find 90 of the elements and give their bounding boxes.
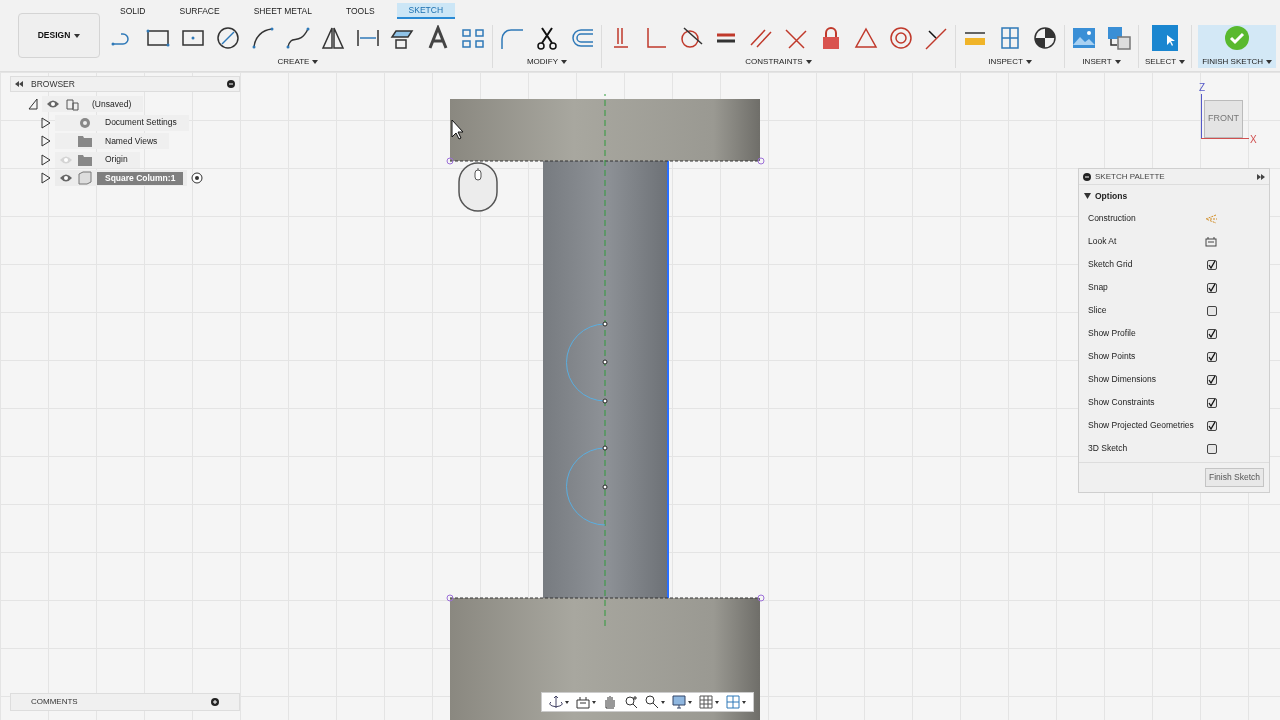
caret-icon xyxy=(1266,60,1273,64)
option-label: Show Projected Geometries xyxy=(1088,419,1195,432)
group-menu-button[interactable]: CREATE xyxy=(277,56,319,68)
image-icon[interactable] xyxy=(1071,25,1097,51)
select-icon[interactable] xyxy=(1152,25,1179,51)
group-menu-button[interactable]: MODIFY xyxy=(526,56,568,68)
pan-hand-icon[interactable] xyxy=(602,694,618,710)
expand-toggle-icon[interactable] xyxy=(41,153,51,166)
midpoint-icon[interactable] xyxy=(923,25,949,51)
ribbon-tab[interactable]: TOOLS xyxy=(333,3,387,19)
expand-toggle-icon[interactable] xyxy=(41,116,51,129)
panel-title: SKETCH PALETTE xyxy=(1095,170,1166,183)
caret-icon xyxy=(805,60,812,64)
panel-title: BROWSER xyxy=(31,77,76,91)
caret-icon xyxy=(1114,60,1121,64)
option-label: 3D Sketch xyxy=(1088,442,1129,455)
option-label: Look At xyxy=(1088,235,1118,248)
option-label: Construction xyxy=(1088,212,1137,225)
add-icon[interactable] xyxy=(211,698,219,706)
box-icon xyxy=(77,170,93,187)
minimize-icon[interactable] xyxy=(227,80,235,88)
workspace-button[interactable]: DESIGN xyxy=(18,13,100,58)
expand-toggle-icon[interactable] xyxy=(41,135,51,148)
section-toggle-icon[interactable] xyxy=(1084,193,1091,199)
caret-icon xyxy=(1025,60,1032,64)
folder-icon xyxy=(77,133,93,150)
section-title[interactable]: Options xyxy=(1095,189,1128,203)
zoom-icon[interactable] xyxy=(644,694,666,710)
minimize-icon[interactable] xyxy=(1083,172,1091,181)
active-target-icon[interactable] xyxy=(191,172,204,185)
checkbox[interactable] xyxy=(1207,259,1217,270)
view-cube[interactable]: Z X FRONT xyxy=(1195,80,1261,146)
circle-icon[interactable] xyxy=(215,25,241,51)
checkbox[interactable] xyxy=(1207,443,1217,454)
insert-image-icon[interactable] xyxy=(1106,25,1132,51)
cube-face[interactable]: FRONT xyxy=(1204,100,1243,138)
axis-label: Z xyxy=(1199,81,1206,95)
concentric-icon[interactable] xyxy=(888,25,914,51)
tree-item[interactable]: Square Column:1 xyxy=(97,171,184,185)
option-label: Show Dimensions xyxy=(1088,373,1158,386)
spline-icon[interactable] xyxy=(285,25,311,51)
group-menu-button[interactable]: FINISH SKETCH xyxy=(1202,56,1273,68)
eye-icon[interactable] xyxy=(46,99,60,110)
option-label: Show Points xyxy=(1088,350,1137,363)
caret-icon xyxy=(561,60,568,64)
checkbox[interactable] xyxy=(1207,420,1217,431)
center-of-mass-icon[interactable] xyxy=(1032,25,1058,51)
option-label: Snap xyxy=(1088,281,1109,294)
expand-toggle-icon[interactable] xyxy=(41,172,51,185)
caret-icon xyxy=(74,33,81,38)
checkbox[interactable] xyxy=(1207,351,1217,362)
checkbox[interactable] xyxy=(1207,397,1217,408)
look-at-icon[interactable] xyxy=(575,694,597,710)
ribbon-tab[interactable]: SHEET METAL xyxy=(241,3,324,19)
axis-label: X xyxy=(1250,133,1257,147)
group-menu-button[interactable]: INSERT xyxy=(1082,56,1121,68)
panel-title: COMMENTS xyxy=(31,696,79,708)
expand-toggle-icon[interactable] xyxy=(28,98,38,111)
option-label: Sketch Grid xyxy=(1088,258,1134,271)
expand-icon[interactable] xyxy=(1257,173,1265,180)
caret-icon xyxy=(1179,60,1186,64)
checkbox[interactable] xyxy=(1207,374,1217,385)
mirror-icon[interactable] xyxy=(320,25,346,51)
display-settings-icon[interactable] xyxy=(671,694,693,710)
check-icon[interactable] xyxy=(1224,25,1251,51)
grid-icon[interactable] xyxy=(698,694,720,710)
group-menu-button[interactable]: SELECT xyxy=(1145,56,1186,68)
ribbon-tab[interactable]: SKETCH xyxy=(396,3,456,19)
group-menu-button[interactable]: INSPECT xyxy=(988,56,1032,68)
group-menu-button[interactable]: CONSTRAINTS xyxy=(745,56,812,68)
option-label: Show Constraints xyxy=(1088,396,1156,409)
finish-sketch-button[interactable]: Finish Sketch xyxy=(1204,468,1264,487)
ribbon-tab[interactable]: SOLID xyxy=(108,3,158,19)
ribbon-tab[interactable]: SURFACE xyxy=(167,3,232,19)
look-at-icon[interactable] xyxy=(1205,236,1217,247)
tangent-icon[interactable] xyxy=(678,25,704,51)
eye-icon[interactable] xyxy=(59,173,73,184)
checkbox[interactable] xyxy=(1207,328,1217,339)
scissors-icon[interactable] xyxy=(534,25,560,51)
component-icon xyxy=(64,96,80,113)
checkbox[interactable] xyxy=(1207,305,1217,316)
viewports-icon[interactable] xyxy=(725,694,747,710)
caret-icon xyxy=(312,60,319,64)
checkbox[interactable] xyxy=(1207,282,1217,293)
triangle-icon[interactable] xyxy=(853,25,879,51)
arc-icon[interactable] xyxy=(250,25,276,51)
option-label: Show Profile xyxy=(1088,327,1137,340)
zoom-window-icon[interactable] xyxy=(623,694,639,710)
collapse-icon[interactable] xyxy=(15,81,23,87)
option-label: Slice xyxy=(1088,304,1108,317)
